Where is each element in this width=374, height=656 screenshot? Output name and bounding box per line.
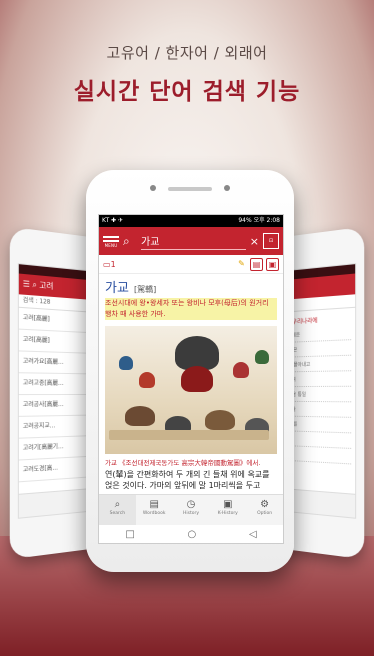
promo-tagline: 고유어 / 한자어 / 외래어	[106, 44, 268, 62]
nav-wordbook[interactable]: ▤ Wordbook	[136, 495, 173, 525]
status-bar: KT ✚ ✈ 94% 오후 2:08	[99, 215, 283, 227]
menu-icon-line	[103, 236, 119, 238]
share-icon[interactable]: ▣	[266, 257, 279, 271]
nav-history[interactable]: ◷ History	[173, 495, 210, 525]
nav-label: History	[182, 511, 199, 516]
nav-search[interactable]: ⌕ Search	[99, 495, 136, 525]
entry-hanja: [駕轎]	[134, 285, 157, 294]
menu-label: MENU	[104, 243, 118, 248]
search-icon: ⌕	[114, 499, 121, 510]
sensor-icon	[224, 185, 230, 191]
status-right: 94% 오후 2:08	[238, 217, 280, 224]
search-icon: ⌕	[123, 233, 130, 248]
back-icon[interactable]: ◁	[249, 529, 257, 540]
palanquin-roof	[175, 336, 219, 370]
speaker-grille	[168, 187, 212, 191]
book-count-badge: ▭1	[103, 259, 116, 269]
horse	[205, 410, 235, 430]
figure	[255, 350, 269, 364]
clear-search-button[interactable]: ×	[250, 235, 259, 248]
illustration-caption: 가교 《조선대전제국동가도 高宗大韓帝國動駕圖》에서.	[105, 459, 261, 467]
nav-k-history[interactable]: ▣ K-History	[209, 495, 246, 525]
figure	[119, 356, 133, 370]
entry-illustration[interactable]	[105, 326, 277, 454]
search-input[interactable]: 가교	[141, 233, 246, 250]
main-phone-screen: KT ✚ ✈ 94% 오후 2:08 MENU ⌕ 가교 × ⊡ ▭1 ✎ ▤ …	[98, 214, 284, 544]
figure	[233, 362, 249, 378]
horse	[125, 406, 155, 426]
entry-headword: 가교	[105, 281, 129, 296]
history-icon: ◷	[186, 499, 196, 510]
dictionary-entry: 가교 [駕轎] 조선시대에 왕•왕세자 또는 왕비나 모후(母后)의 원거리 행…	[99, 274, 283, 320]
left-search-value: 고려	[39, 280, 54, 291]
nav-option[interactable]: ⚙ Option	[246, 495, 283, 525]
wordbook-add-icon[interactable]: ▤	[250, 257, 263, 271]
gear-icon: ⚙	[260, 499, 270, 510]
scan-icon[interactable]: ⊡	[263, 233, 279, 249]
bottom-nav: ⌕ Search ▤ Wordbook ◷ History ▣ K-History ⚙ O…	[99, 494, 283, 525]
menu-button[interactable]: MENU	[103, 234, 119, 248]
palanquin-body	[181, 366, 213, 392]
tool-icons: ✎ ▤ ▣	[236, 257, 279, 271]
entry-body-text: 연(輦)을 간편화하여 두 개의 긴 들채 위에 옥교를 얹은 것이다. 가마의…	[105, 470, 270, 490]
figure	[139, 372, 155, 388]
nav-label: Search	[109, 511, 126, 516]
recent-apps-icon[interactable]: □	[125, 529, 134, 540]
camera-icon	[150, 185, 156, 191]
nav-label: K-History	[217, 511, 238, 516]
entry-toolbar: ▭1 ✎ ▤ ▣	[99, 255, 283, 274]
entry-definition: 조선시대에 왕•왕세자 또는 왕비나 모후(母后)의 원거리 행차 때 사용한 …	[105, 298, 277, 320]
nav-label: Wordbook	[142, 511, 166, 516]
menu-icon-line	[103, 240, 119, 242]
app-bar: MENU ⌕ 가교 × ⊡	[99, 227, 283, 255]
book-count: 1	[110, 259, 116, 269]
highlight-pen-icon[interactable]: ✎	[236, 258, 247, 269]
nav-label: Option	[257, 511, 273, 516]
ground	[109, 430, 269, 440]
status-left: KT ✚ ✈	[102, 217, 124, 224]
system-nav-bar: □ ○ ◁	[99, 525, 283, 543]
main-phone: KT ✚ ✈ 94% 오후 2:08 MENU ⌕ 가교 × ⊡ ▭1 ✎ ▤ …	[86, 170, 294, 572]
k-history-icon: ▣	[223, 499, 233, 510]
home-icon[interactable]: ○	[188, 529, 197, 540]
promo-headline: 실시간 단어 검색 기능	[73, 79, 301, 105]
wordbook-icon: ▤	[149, 499, 159, 510]
